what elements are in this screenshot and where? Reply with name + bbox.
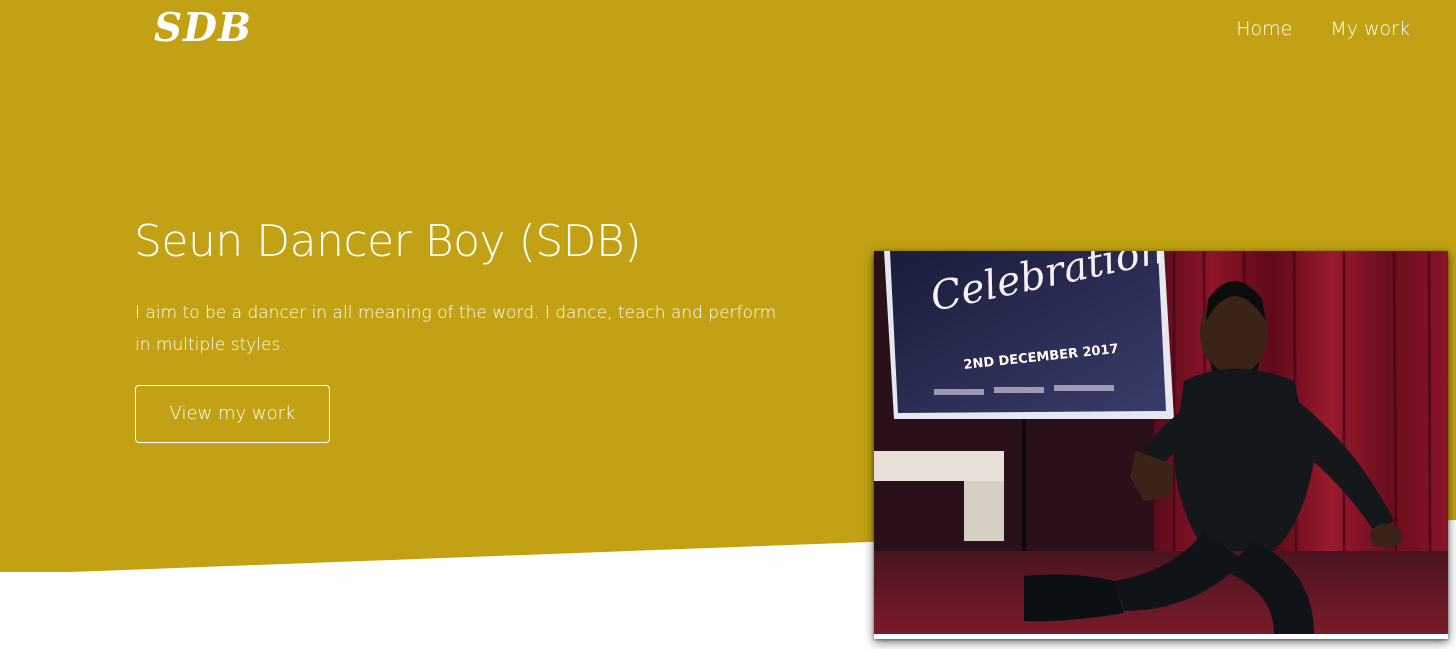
hero-description: I aim to be a dancer in all meaning of t… [135,303,777,355]
nav-my-work-link[interactable]: My work [1330,16,1410,42]
main-nav: Home My work [1236,16,1410,42]
dancer-photo: Celebration 2ND DECEMBER 2017 [874,251,1448,634]
hero-title: Seun Dancer Boy (SDB) [134,216,642,267]
nav-home-link[interactable]: Home [1236,16,1292,42]
view-my-work-button[interactable]: View my work [135,385,330,443]
page: SDB Home My work Seun Dancer Boy (SDB) I… [0,0,1456,649]
logo[interactable]: SDB [154,6,252,50]
hero-photo: Celebration 2ND DECEMBER 2017 [874,251,1448,639]
